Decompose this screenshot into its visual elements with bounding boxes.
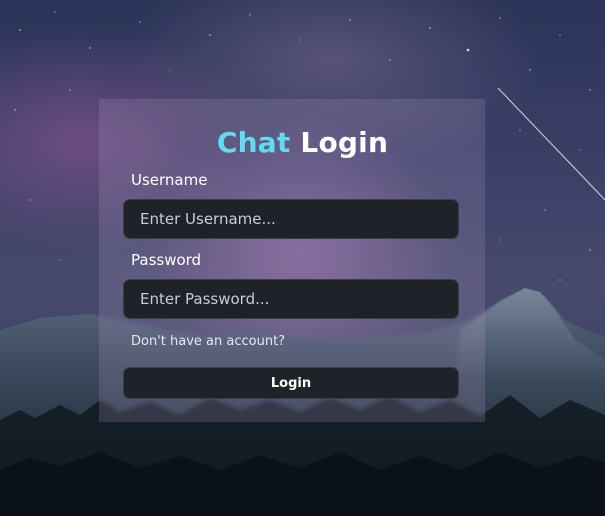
signup-link[interactable]: Don't have an account? — [131, 334, 285, 349]
login-screen: Chat Login Username Password Don't have … — [0, 0, 605, 516]
title-rest: Login — [300, 126, 389, 159]
page-title: Chat Login — [0, 126, 605, 159]
username-input[interactable] — [123, 199, 459, 239]
password-label: Password — [131, 251, 202, 269]
username-label: Username — [131, 171, 208, 189]
password-input[interactable] — [123, 279, 459, 319]
login-button[interactable]: Login — [123, 367, 459, 399]
title-accent: Chat — [216, 126, 291, 159]
